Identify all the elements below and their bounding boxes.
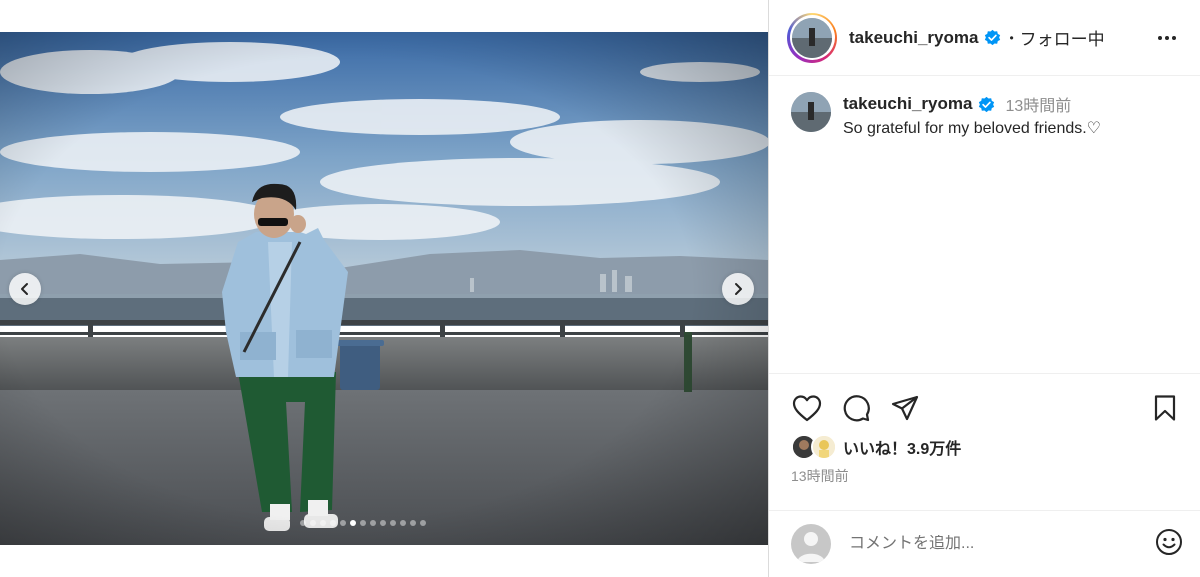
comment-button[interactable] — [840, 392, 872, 424]
comment-icon — [843, 395, 870, 422]
caption-timestamp[interactable]: 13時間前 — [1005, 92, 1071, 116]
carousel-dot — [330, 520, 336, 526]
current-user-avatar — [791, 524, 831, 564]
carousel-dot — [310, 520, 316, 526]
bookmark-icon — [1154, 395, 1176, 421]
caption: takeuchi_ryoma 13時間前 So grateful for my … — [791, 92, 1101, 138]
carousel-dot — [350, 520, 356, 526]
comment-input[interactable] — [849, 535, 1129, 553]
carousel-dot — [410, 520, 416, 526]
following-button[interactable]: フォロー中 — [1020, 25, 1105, 50]
post-header: takeuchi_ryoma • フォロー中 — [769, 0, 1200, 76]
actions-section: いいね！3.9万件 13時間前 — [769, 373, 1200, 484]
post-timestamp[interactable]: 13時間前 — [791, 466, 849, 486]
caption-username[interactable]: takeuchi_ryoma — [843, 94, 972, 114]
chevron-left-icon — [21, 283, 28, 295]
post-photo[interactable] — [0, 32, 768, 545]
likes-count[interactable]: いいね！3.9万件 — [843, 435, 961, 459]
author-username[interactable]: takeuchi_ryoma — [849, 28, 978, 48]
share-button[interactable] — [889, 392, 921, 424]
likes-summary[interactable]: いいね！3.9万件 — [791, 434, 961, 460]
separator-dot: • — [1009, 30, 1014, 45]
instagram-post-view: takeuchi_ryoma • フォロー中 takeuchi_ryoma 13… — [0, 0, 1200, 577]
media-column — [0, 0, 768, 577]
carousel-prev-button[interactable] — [9, 273, 41, 305]
carousel-dot — [370, 520, 376, 526]
carousel-dot — [400, 520, 406, 526]
default-avatar-icon — [797, 532, 825, 562]
send-icon — [891, 395, 919, 421]
verified-badge-icon — [984, 29, 1001, 46]
carousel-dot — [420, 520, 426, 526]
like-button[interactable] — [791, 392, 823, 424]
carousel-dot — [300, 520, 306, 526]
avatar-image — [792, 17, 832, 58]
carousel-dot — [340, 520, 346, 526]
action-bar — [791, 392, 921, 424]
carousel-dot — [360, 520, 366, 526]
carousel-next-button[interactable] — [722, 273, 754, 305]
chevron-right-icon — [735, 283, 742, 295]
verified-badge-icon — [978, 96, 995, 113]
liker-avatar — [811, 434, 837, 460]
liker-avatars — [791, 434, 839, 460]
heart-icon — [792, 395, 822, 422]
emoji-button[interactable] — [1153, 526, 1185, 558]
comment-bar — [769, 510, 1200, 577]
caption-text: So grateful for my beloved friends.♡ — [843, 120, 1102, 137]
post-side-panel: takeuchi_ryoma • フォロー中 takeuchi_ryoma 13… — [768, 0, 1200, 577]
more-horizontal-icon — [1158, 36, 1176, 40]
emoji-icon — [1156, 529, 1182, 555]
carousel-indicator — [300, 520, 426, 526]
caption-avatar[interactable] — [791, 92, 831, 132]
carousel-dot — [380, 520, 386, 526]
more-options-button[interactable] — [1155, 26, 1179, 50]
carousel-dot — [320, 520, 326, 526]
author-avatar[interactable] — [787, 12, 837, 63]
save-button[interactable] — [1149, 392, 1181, 424]
carousel-dot — [390, 520, 396, 526]
